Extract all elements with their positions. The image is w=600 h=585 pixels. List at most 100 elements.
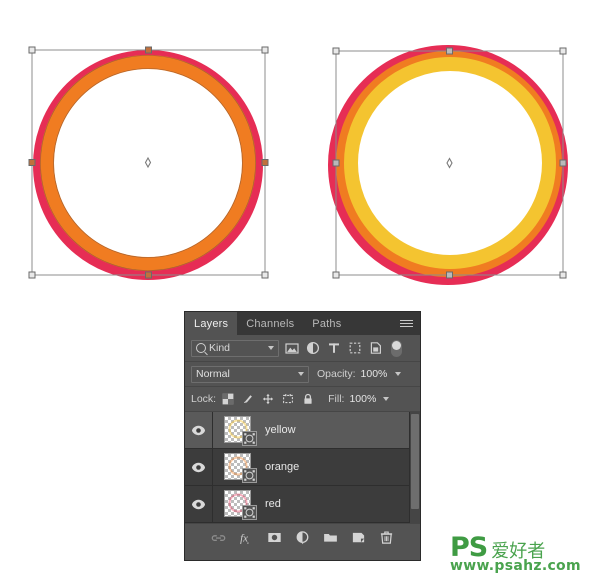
vector-path-outline-inner <box>53 68 243 258</box>
handle-bottom-center[interactable] <box>446 271 453 279</box>
layer-row-yellow[interactable]: yellow <box>185 412 420 449</box>
layers-panel-bottom-bar: fx <box>185 523 420 551</box>
panel-tabbar: Layers Channels Paths <box>185 312 420 335</box>
vector-mask-thumbnail-orange[interactable] <box>242 467 257 483</box>
layer-thumbnail-yellow[interactable] <box>224 415 257 446</box>
type-layer-filter-icon[interactable] <box>327 341 341 355</box>
filter-kind-select[interactable]: Kind <box>191 339 279 357</box>
new-adjustment-layer-icon[interactable] <box>295 530 310 545</box>
lock-label: Lock: <box>191 393 217 405</box>
layer-row-orange[interactable]: orange <box>185 449 420 486</box>
link-layers-icon[interactable] <box>211 530 226 545</box>
fill-value[interactable]: 100% <box>349 393 377 405</box>
lock-icon-group <box>222 393 314 405</box>
layer-thumbnail-orange[interactable] <box>224 452 257 483</box>
chevron-down-icon <box>298 372 304 376</box>
handle-top-left[interactable] <box>28 46 36 54</box>
handle-top-left[interactable] <box>332 47 340 55</box>
tab-paths-label: Paths <box>312 317 342 330</box>
handle-middle-right[interactable] <box>261 159 269 166</box>
handle-bottom-left[interactable] <box>332 271 340 279</box>
lock-position-icon[interactable] <box>262 393 274 405</box>
handle-top-right[interactable] <box>559 47 567 55</box>
ring-yellow <box>344 57 556 269</box>
handle-bottom-left[interactable] <box>28 271 36 279</box>
handle-middle-left[interactable] <box>28 159 36 166</box>
tab-layers-label: Layers <box>194 317 229 330</box>
delete-layer-icon[interactable] <box>379 530 394 545</box>
transform-center-marker[interactable] <box>144 156 152 169</box>
scrollbar-thumb[interactable] <box>411 414 419 509</box>
lock-all-icon[interactable] <box>302 393 314 405</box>
pixel-layer-filter-icon[interactable] <box>285 341 299 355</box>
handle-bottom-right[interactable] <box>261 271 269 279</box>
filter-type-icons <box>285 341 383 355</box>
lock-bar: Lock: Fill: 100% <box>185 387 420 412</box>
layer-name-yellow: yellow <box>265 424 296 436</box>
hamburger-menu-icon[interactable] <box>400 312 413 335</box>
tab-channels[interactable]: Channels <box>237 312 303 335</box>
layer-name-red: red <box>265 498 281 510</box>
ring-orange <box>40 55 256 271</box>
smart-object-filter-icon[interactable] <box>369 341 383 355</box>
filter-toggle-switch[interactable] <box>391 339 402 357</box>
new-layer-icon[interactable] <box>351 530 366 545</box>
layer-filter-bar: Kind <box>185 335 420 362</box>
layer-row-red[interactable]: red <box>185 486 420 523</box>
search-icon <box>196 343 206 353</box>
svg-text:fx: fx <box>240 533 248 545</box>
transform-center-marker[interactable] <box>446 157 453 169</box>
watermark-ps-text: PS <box>450 532 488 563</box>
filter-kind-label: Kind <box>209 342 231 354</box>
chevron-down-icon <box>268 346 274 350</box>
layer-visibility-toggle-yellow[interactable] <box>185 412 213 448</box>
watermark-url: www.psahz.com <box>450 558 581 574</box>
eye-icon <box>192 425 205 435</box>
layer-visibility-toggle-red[interactable] <box>185 486 213 522</box>
fill-label: Fill: <box>328 393 345 405</box>
blend-mode-select[interactable]: Normal <box>191 365 309 383</box>
handle-bottom-right[interactable] <box>559 271 567 279</box>
opacity-chevron-down-icon[interactable] <box>394 372 401 376</box>
opacity-value[interactable]: 100% <box>361 368 389 380</box>
left-artwork[interactable] <box>0 0 300 300</box>
eye-icon <box>192 462 205 472</box>
blend-opacity-bar: Normal Opacity: 100% <box>185 362 420 387</box>
right-artwork[interactable] <box>300 0 600 300</box>
shape-layer-filter-icon[interactable] <box>348 341 362 355</box>
new-group-icon[interactable] <box>323 530 338 545</box>
handle-top-center[interactable] <box>145 46 152 54</box>
opacity-label: Opacity: <box>317 368 356 380</box>
vector-mask-thumbnail-red[interactable] <box>242 504 257 520</box>
tab-paths[interactable]: Paths <box>303 312 350 335</box>
watermark: PS 爱好者 www.psahz.com <box>450 534 596 578</box>
adjustment-layer-filter-icon[interactable] <box>306 341 320 355</box>
layer-style-fx-icon[interactable]: fx <box>239 530 254 545</box>
tab-layers[interactable]: Layers <box>185 312 238 335</box>
fill-chevron-down-icon[interactable] <box>383 397 390 401</box>
vector-mask-icon <box>244 506 255 518</box>
layer-visibility-toggle-orange[interactable] <box>185 449 213 485</box>
layer-list: yellow orange red <box>185 412 420 523</box>
layers-panel: Layers Channels Paths Kind Normal Opacit… <box>184 311 421 561</box>
right-artwork-svg <box>328 45 568 285</box>
vector-mask-thumbnail-yellow[interactable] <box>242 430 257 446</box>
layer-list-scrollbar[interactable] <box>409 412 420 523</box>
add-layer-mask-icon[interactable] <box>267 530 282 545</box>
eye-icon <box>192 499 205 509</box>
lock-transparent-pixels-icon[interactable] <box>222 393 234 405</box>
handle-top-right[interactable] <box>261 46 269 54</box>
canvas-area <box>0 0 600 300</box>
layer-thumbnail-red[interactable] <box>224 489 257 520</box>
handle-middle-right[interactable] <box>559 159 567 167</box>
handle-bottom-center[interactable] <box>145 271 152 279</box>
blend-mode-value: Normal <box>196 368 230 380</box>
lock-artboard-nesting-icon[interactable] <box>282 393 294 405</box>
tab-channels-label: Channels <box>246 317 295 330</box>
left-artwork-svg <box>28 46 269 280</box>
handle-middle-left[interactable] <box>332 159 340 167</box>
vector-mask-icon <box>244 469 255 481</box>
vector-mask-icon <box>244 432 255 444</box>
handle-top-center[interactable] <box>446 47 453 55</box>
lock-image-pixels-icon[interactable] <box>242 393 254 405</box>
